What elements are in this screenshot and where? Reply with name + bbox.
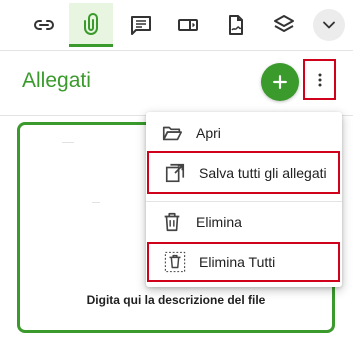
chevron-down-icon	[323, 21, 335, 29]
save-all-icon	[163, 161, 187, 185]
attachment-thumbnail: ——— ——	[62, 139, 100, 204]
menu-item-label: Elimina Tutti	[199, 254, 276, 270]
menu-item-label: Elimina	[196, 214, 242, 230]
plus-icon	[273, 75, 287, 89]
folder-open-icon	[160, 121, 184, 145]
layers-button[interactable]	[262, 3, 306, 47]
add-attachment-button[interactable]	[261, 63, 299, 101]
layers-icon	[274, 15, 294, 32]
trash-icon	[160, 210, 184, 234]
trash-all-icon	[163, 250, 187, 274]
paperclip-icon	[84, 12, 98, 35]
menu-item-label: Salva tutti gli allegati	[199, 164, 327, 181]
kebab-icon	[318, 73, 321, 86]
menu-item-label: Apri	[196, 125, 221, 141]
comments-button[interactable]	[119, 3, 163, 47]
signed-document-button[interactable]	[214, 3, 258, 47]
toggle-card-button[interactable]	[166, 3, 210, 47]
menu-separator	[146, 201, 342, 202]
page-title: Allegati	[22, 69, 91, 92]
attachment-description[interactable]: Digita qui la descrizione del file	[20, 293, 332, 307]
link-button[interactable]	[22, 3, 66, 47]
attachments-tab[interactable]	[69, 3, 113, 47]
toggle-card-icon	[178, 19, 198, 31]
comment-icon	[131, 16, 151, 35]
attachments-menu-button[interactable]	[303, 59, 336, 100]
menu-item-save-all[interactable]: Salva tutti gli allegati	[147, 151, 340, 194]
signed-document-icon	[229, 15, 243, 35]
attachments-context-menu: Apri Salva tutti gli allegati Elimina El…	[146, 112, 342, 287]
menu-item-delete-all[interactable]: Elimina Tutti	[147, 242, 340, 282]
menu-item-delete[interactable]: Elimina	[146, 203, 342, 241]
menu-item-open[interactable]: Apri	[146, 114, 342, 152]
toolbar	[0, 0, 353, 50]
toolbar-divider	[0, 50, 353, 51]
more-tools-button[interactable]	[313, 9, 345, 41]
link-icon	[34, 20, 54, 30]
